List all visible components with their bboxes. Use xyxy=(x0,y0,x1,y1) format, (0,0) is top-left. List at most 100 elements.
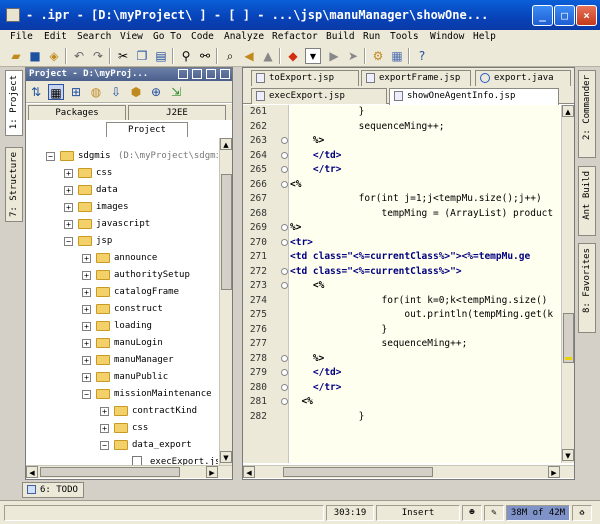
expand-icon[interactable]: + xyxy=(82,322,91,331)
fold-marker-icon[interactable] xyxy=(281,181,288,188)
tab-exportframe-jsp[interactable]: exportFrame.jsp xyxy=(361,70,471,86)
debug-icon[interactable]: ➤ xyxy=(345,48,361,64)
fold-marker-icon[interactable] xyxy=(281,137,288,144)
memory-indicator[interactable]: 38M of 42M xyxy=(506,505,570,521)
expand-icon[interactable]: + xyxy=(64,203,73,212)
collapse-icon[interactable]: − xyxy=(46,152,55,161)
menu-goto[interactable]: Go To xyxy=(153,31,182,42)
find-icon[interactable]: ⚲ xyxy=(178,48,194,64)
tab-project-view[interactable]: Project xyxy=(106,122,188,137)
scrollbar-thumb[interactable] xyxy=(563,313,574,363)
cut-icon[interactable]: ✂ xyxy=(115,48,131,64)
menu-help[interactable]: Help xyxy=(473,31,496,42)
tab-export-java[interactable]: export.java xyxy=(475,70,571,86)
maximize-button[interactable]: □ xyxy=(554,5,575,26)
menu-tools[interactable]: Tools xyxy=(390,31,419,42)
fold-marker-icon[interactable] xyxy=(281,166,288,173)
scroll-up-icon[interactable]: ▲ xyxy=(562,105,574,117)
scroll-left-icon[interactable]: ◀ xyxy=(243,466,255,478)
replace-icon[interactable]: ⚯ xyxy=(197,48,213,64)
fold-marker-icon[interactable] xyxy=(281,152,288,159)
redo-icon[interactable]: ↷ xyxy=(90,48,106,64)
scroll-down-icon[interactable]: ▼ xyxy=(220,451,232,463)
fold-marker-icon[interactable] xyxy=(281,355,288,362)
tree-icon[interactable]: ⊞ xyxy=(68,84,84,100)
project-vertical-scrollbar[interactable]: ▲ ▼ xyxy=(219,138,232,465)
tab-j2ee[interactable]: J2EE xyxy=(128,105,226,120)
modules-icon[interactable]: ◍ xyxy=(88,84,104,100)
editor-horizontal-scrollbar[interactable]: ◀ ▶ xyxy=(243,465,574,478)
menu-refactor[interactable]: Refactor xyxy=(272,31,318,42)
tab-execexport-jsp[interactable]: execExport.jsp xyxy=(251,88,387,104)
collapse-icon[interactable]: − xyxy=(82,390,91,399)
fold-marker-icon[interactable] xyxy=(281,384,288,391)
menu-code[interactable]: Code xyxy=(191,31,214,42)
menu-edit[interactable]: Edit xyxy=(44,31,67,42)
forward-icon[interactable]: ▲ xyxy=(260,48,276,64)
caret-position[interactable]: 303:19 xyxy=(326,505,374,521)
scrollbar-thumb[interactable] xyxy=(283,467,433,477)
scroll-down-icon[interactable]: ▼ xyxy=(562,449,574,461)
tab-commander[interactable]: 2: Commander xyxy=(578,70,596,158)
fold-marker-icon[interactable] xyxy=(281,239,288,246)
project-horizontal-scrollbar[interactable]: ◀ ▶ xyxy=(26,465,232,478)
collapse-icon[interactable]: − xyxy=(100,441,109,450)
hide-icon[interactable] xyxy=(220,69,230,79)
expand-icon[interactable]: + xyxy=(100,424,109,433)
expand-icon[interactable]: + xyxy=(64,169,73,178)
help-icon[interactable]: ? xyxy=(414,48,430,64)
sort-icon[interactable]: ⇅ xyxy=(28,84,44,100)
editor-vertical-scrollbar[interactable]: ▲ ▼ xyxy=(561,105,574,463)
fold-marker-icon[interactable] xyxy=(281,282,288,289)
paste-icon[interactable]: ▤ xyxy=(153,48,169,64)
plugin-icon[interactable]: ▦ xyxy=(389,48,405,64)
menu-view[interactable]: View xyxy=(120,31,143,42)
menu-run[interactable]: Run xyxy=(363,31,380,42)
menu-analyze[interactable]: Analyze xyxy=(224,31,264,42)
undo-icon[interactable]: ↶ xyxy=(71,48,87,64)
sync-icon[interactable]: ◈ xyxy=(46,48,62,64)
tab-favorites[interactable]: 8: Favorites xyxy=(578,243,596,333)
find-in-path-icon[interactable]: ⌕ xyxy=(222,48,238,64)
menu-file[interactable]: File xyxy=(10,31,33,42)
tab-structure[interactable]: 7: Structure xyxy=(5,147,23,222)
copy-icon[interactable]: ❐ xyxy=(134,48,150,64)
code-area[interactable]: } sequenceMing++; %> </td> </tr> <% for(… xyxy=(290,105,560,463)
pin-icon[interactable] xyxy=(178,69,188,79)
float-icon[interactable] xyxy=(206,69,216,79)
tab-packages[interactable]: Packages xyxy=(28,105,126,120)
tab-ant-build[interactable]: Ant Build xyxy=(578,166,596,236)
expand-icon[interactable]: + xyxy=(82,356,91,365)
expand-icon[interactable]: + xyxy=(82,254,91,263)
scroll-right-icon[interactable]: ▶ xyxy=(548,466,560,478)
minimize-button[interactable]: _ xyxy=(532,5,553,26)
settings-icon[interactable]: ⚙ xyxy=(370,48,386,64)
todo-tool-button[interactable]: 6: TODO xyxy=(22,482,84,498)
tab-project[interactable]: 1: Project xyxy=(5,70,23,136)
fold-marker-icon[interactable] xyxy=(281,268,288,275)
collapse-icon[interactable]: − xyxy=(64,237,73,246)
expand-icon[interactable]: + xyxy=(82,288,91,297)
save-icon[interactable]: ■ xyxy=(27,48,43,64)
expand-icon[interactable]: + xyxy=(82,305,91,314)
open-folder-icon[interactable]: ▰ xyxy=(8,48,24,64)
scroll-up-icon[interactable]: ▲ xyxy=(220,138,232,150)
scrollbar-thumb[interactable] xyxy=(40,467,180,477)
read-only-icon[interactable]: ✎ xyxy=(484,505,504,521)
fold-marker-icon[interactable] xyxy=(281,369,288,376)
back-icon[interactable]: ◀ xyxy=(241,48,257,64)
expand-icon[interactable]: + xyxy=(64,220,73,229)
scroll-from-source-icon[interactable]: ⬢ xyxy=(128,84,144,100)
error-stripe-marker[interactable] xyxy=(565,357,572,360)
run-config-dropdown[interactable]: ▼ xyxy=(305,48,321,64)
insert-mode[interactable]: Insert xyxy=(376,505,460,521)
menu-window[interactable]: Window xyxy=(430,31,464,42)
menu-build[interactable]: Build xyxy=(326,31,355,42)
expand-icon[interactable]: + xyxy=(64,186,73,195)
inspector-icon[interactable]: ☻ xyxy=(462,505,482,521)
expand-icon[interactable]: + xyxy=(100,407,109,416)
scroll-left-icon[interactable]: ◀ xyxy=(26,466,38,478)
autoscroll-icon[interactable]: ⇩ xyxy=(108,84,124,100)
settings-icon[interactable] xyxy=(192,69,202,79)
run-icon[interactable]: ▶ xyxy=(326,48,342,64)
